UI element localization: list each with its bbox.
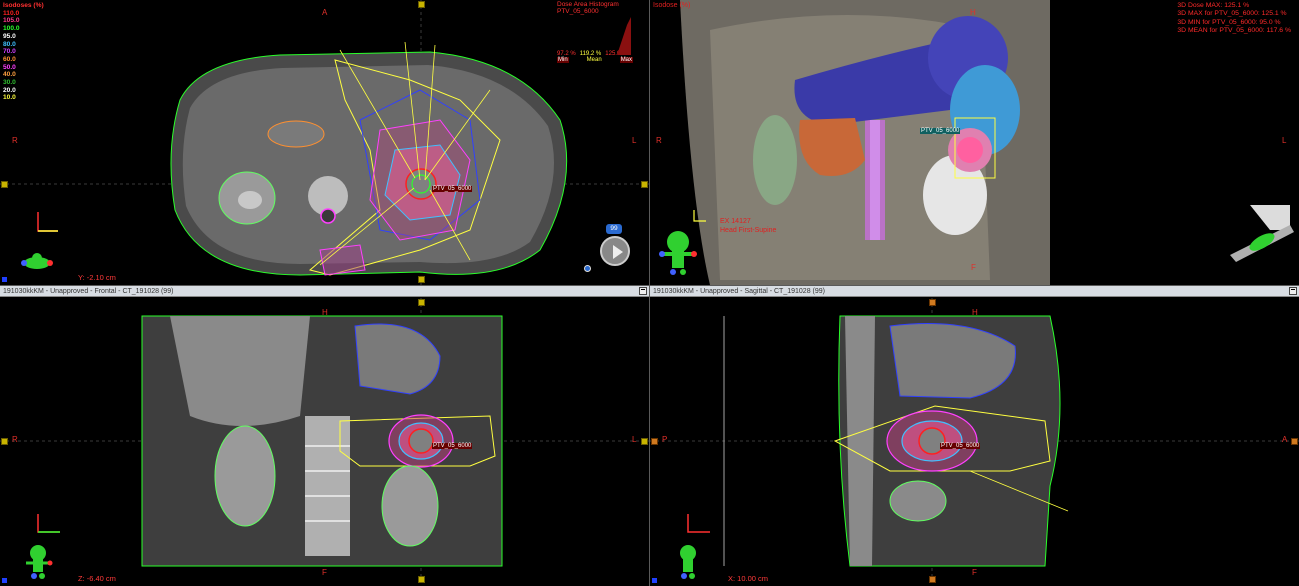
isodose-legend: Isodoses (%) 110.0 105.0 100.0 95.0 80.0 70.0… — [3, 2, 44, 102]
treatment-couch-icon — [1230, 200, 1294, 264]
target-label: PTV_05_6000 — [920, 128, 961, 134]
sagittal-image — [650, 298, 1299, 586]
legend-level: 40.0 — [3, 71, 16, 79]
legend-level: 20.0 — [3, 86, 16, 94]
crosshair-marker-left[interactable] — [1, 181, 8, 188]
orient-top: A — [322, 8, 328, 17]
legend-level: 110.0 — [3, 9, 20, 17]
patient-orientation: Head First-Supine — [720, 227, 777, 234]
crosshair-marker-right[interactable] — [1291, 438, 1298, 445]
legend-level: 100.0 — [3, 25, 20, 33]
orientation-figure-icon — [672, 544, 704, 580]
3d-dose-stats: 3D Dose MAX: 125.1 % 3D MAX for PTV_05_6… — [1177, 2, 1291, 36]
crosshair-marker-bottom[interactable] — [418, 276, 425, 283]
slice-coordinate: Z: -6.40 cm — [78, 574, 116, 583]
orient-left: R — [656, 136, 662, 145]
dvh-max-label: Max — [619, 57, 634, 63]
orient-right: A — [1282, 435, 1288, 444]
crosshair-marker-top[interactable] — [418, 299, 425, 306]
crosshair-marker-right[interactable] — [641, 438, 648, 445]
dvh-panel[interactable]: Dose Area Histogram PTV_05_6000 97.2 % 1… — [557, 1, 637, 63]
patient-id: EX 14127 — [720, 218, 751, 225]
dvh-histogram — [567, 17, 631, 55]
blue-corner-icon — [2, 578, 7, 583]
dvh-subtitle: PTV_05_6000 — [557, 8, 599, 15]
stat-ptv-min: 3D MIN for PTV_05_6000: 95.0 % — [1177, 18, 1281, 26]
axial-viewport[interactable]: Isodoses (%) 110.0 105.0 100.0 95.0 80.0 70.0… — [0, 0, 650, 286]
orient-bottom: F — [971, 263, 976, 272]
orient-top: H — [322, 308, 328, 317]
legend-level: 30.0 — [3, 79, 16, 87]
slice-badge: 99 — [606, 224, 622, 234]
axial-image — [0, 0, 649, 285]
3d-title: Isodose (%) — [653, 2, 691, 9]
orientation-figure-icon — [658, 228, 698, 276]
stat-ptv-mean: 3D MEAN for PTV_05_6000: 117.6 % — [1177, 27, 1291, 35]
crosshair-marker-top[interactable] — [418, 1, 425, 8]
orientation-figure-icon — [22, 544, 54, 580]
legend-levels: 110.0 105.0 100.0 95.0 80.0 70.0 60.0 50.0 40.0 3… — [3, 10, 44, 102]
blue-corner-icon — [652, 578, 657, 583]
target-label: PTV_05_6000 — [432, 186, 473, 192]
orient-top: H — [970, 8, 976, 17]
crosshair-marker-bottom[interactable] — [929, 576, 936, 583]
legend-level: 105.0 — [3, 17, 20, 25]
orient-bottom: F — [972, 568, 977, 577]
legend-level: 70.0 — [3, 48, 16, 56]
play-button-icon[interactable] — [600, 236, 630, 266]
crosshair-marker-bottom[interactable] — [418, 576, 425, 583]
legend-level: 50.0 — [3, 63, 16, 71]
orient-right: L — [632, 136, 637, 145]
orient-right: L — [632, 435, 637, 444]
orient-left: R — [12, 136, 18, 145]
frontal-viewport[interactable]: 191030kkKM - Unapproved - Frontal - CT_1… — [0, 285, 650, 586]
info-icon[interactable] — [584, 265, 591, 272]
orient-left: R — [12, 435, 18, 444]
frontal-image — [0, 298, 649, 586]
legend-level: 95.0 — [3, 32, 16, 40]
slice-coordinate: X: 10.00 cm — [728, 574, 769, 583]
sagittal-viewport[interactable]: 191030kkKM - Unapproved - Sagittal - CT_… — [649, 285, 1299, 586]
crosshair-marker-right[interactable] — [641, 181, 648, 188]
blue-corner-icon — [2, 277, 7, 282]
crosshair-marker-left[interactable] — [651, 438, 658, 445]
legend-level: 80.0 — [3, 40, 16, 48]
target-label: PTV_05_6000 — [940, 443, 981, 449]
orient-right: L — [1282, 136, 1287, 145]
crosshair-marker-top[interactable] — [929, 299, 936, 306]
legend-level: 10.0 — [3, 94, 16, 102]
orientation-figure-icon — [20, 252, 54, 272]
legend-title: Isodoses (%) — [3, 2, 44, 9]
3d-rendering — [680, 0, 1050, 285]
dvh-mean-label: Mean — [586, 57, 602, 63]
stat-dose-max: 3D Dose MAX: 125.1 % — [1177, 2, 1250, 9]
3d-viewport[interactable]: Isodose (%) 3D Dose MAX: 125.1 % 3D MAX … — [649, 0, 1299, 286]
orient-bottom: F — [322, 568, 327, 577]
legend-level: 60.0 — [3, 55, 16, 63]
target-label: PTV_05_6000 — [432, 443, 473, 449]
dvh-min-label: Min — [557, 57, 569, 63]
dvh-title: Dose Area Histogram — [557, 1, 619, 8]
orient-top: H — [972, 308, 978, 317]
orient-left: P — [662, 435, 668, 444]
crosshair-marker-left[interactable] — [1, 438, 8, 445]
stat-ptv-max: 3D MAX for PTV_05_6000: 125.1 % — [1177, 10, 1287, 18]
slice-coordinate: Y: -2.10 cm — [78, 273, 116, 282]
